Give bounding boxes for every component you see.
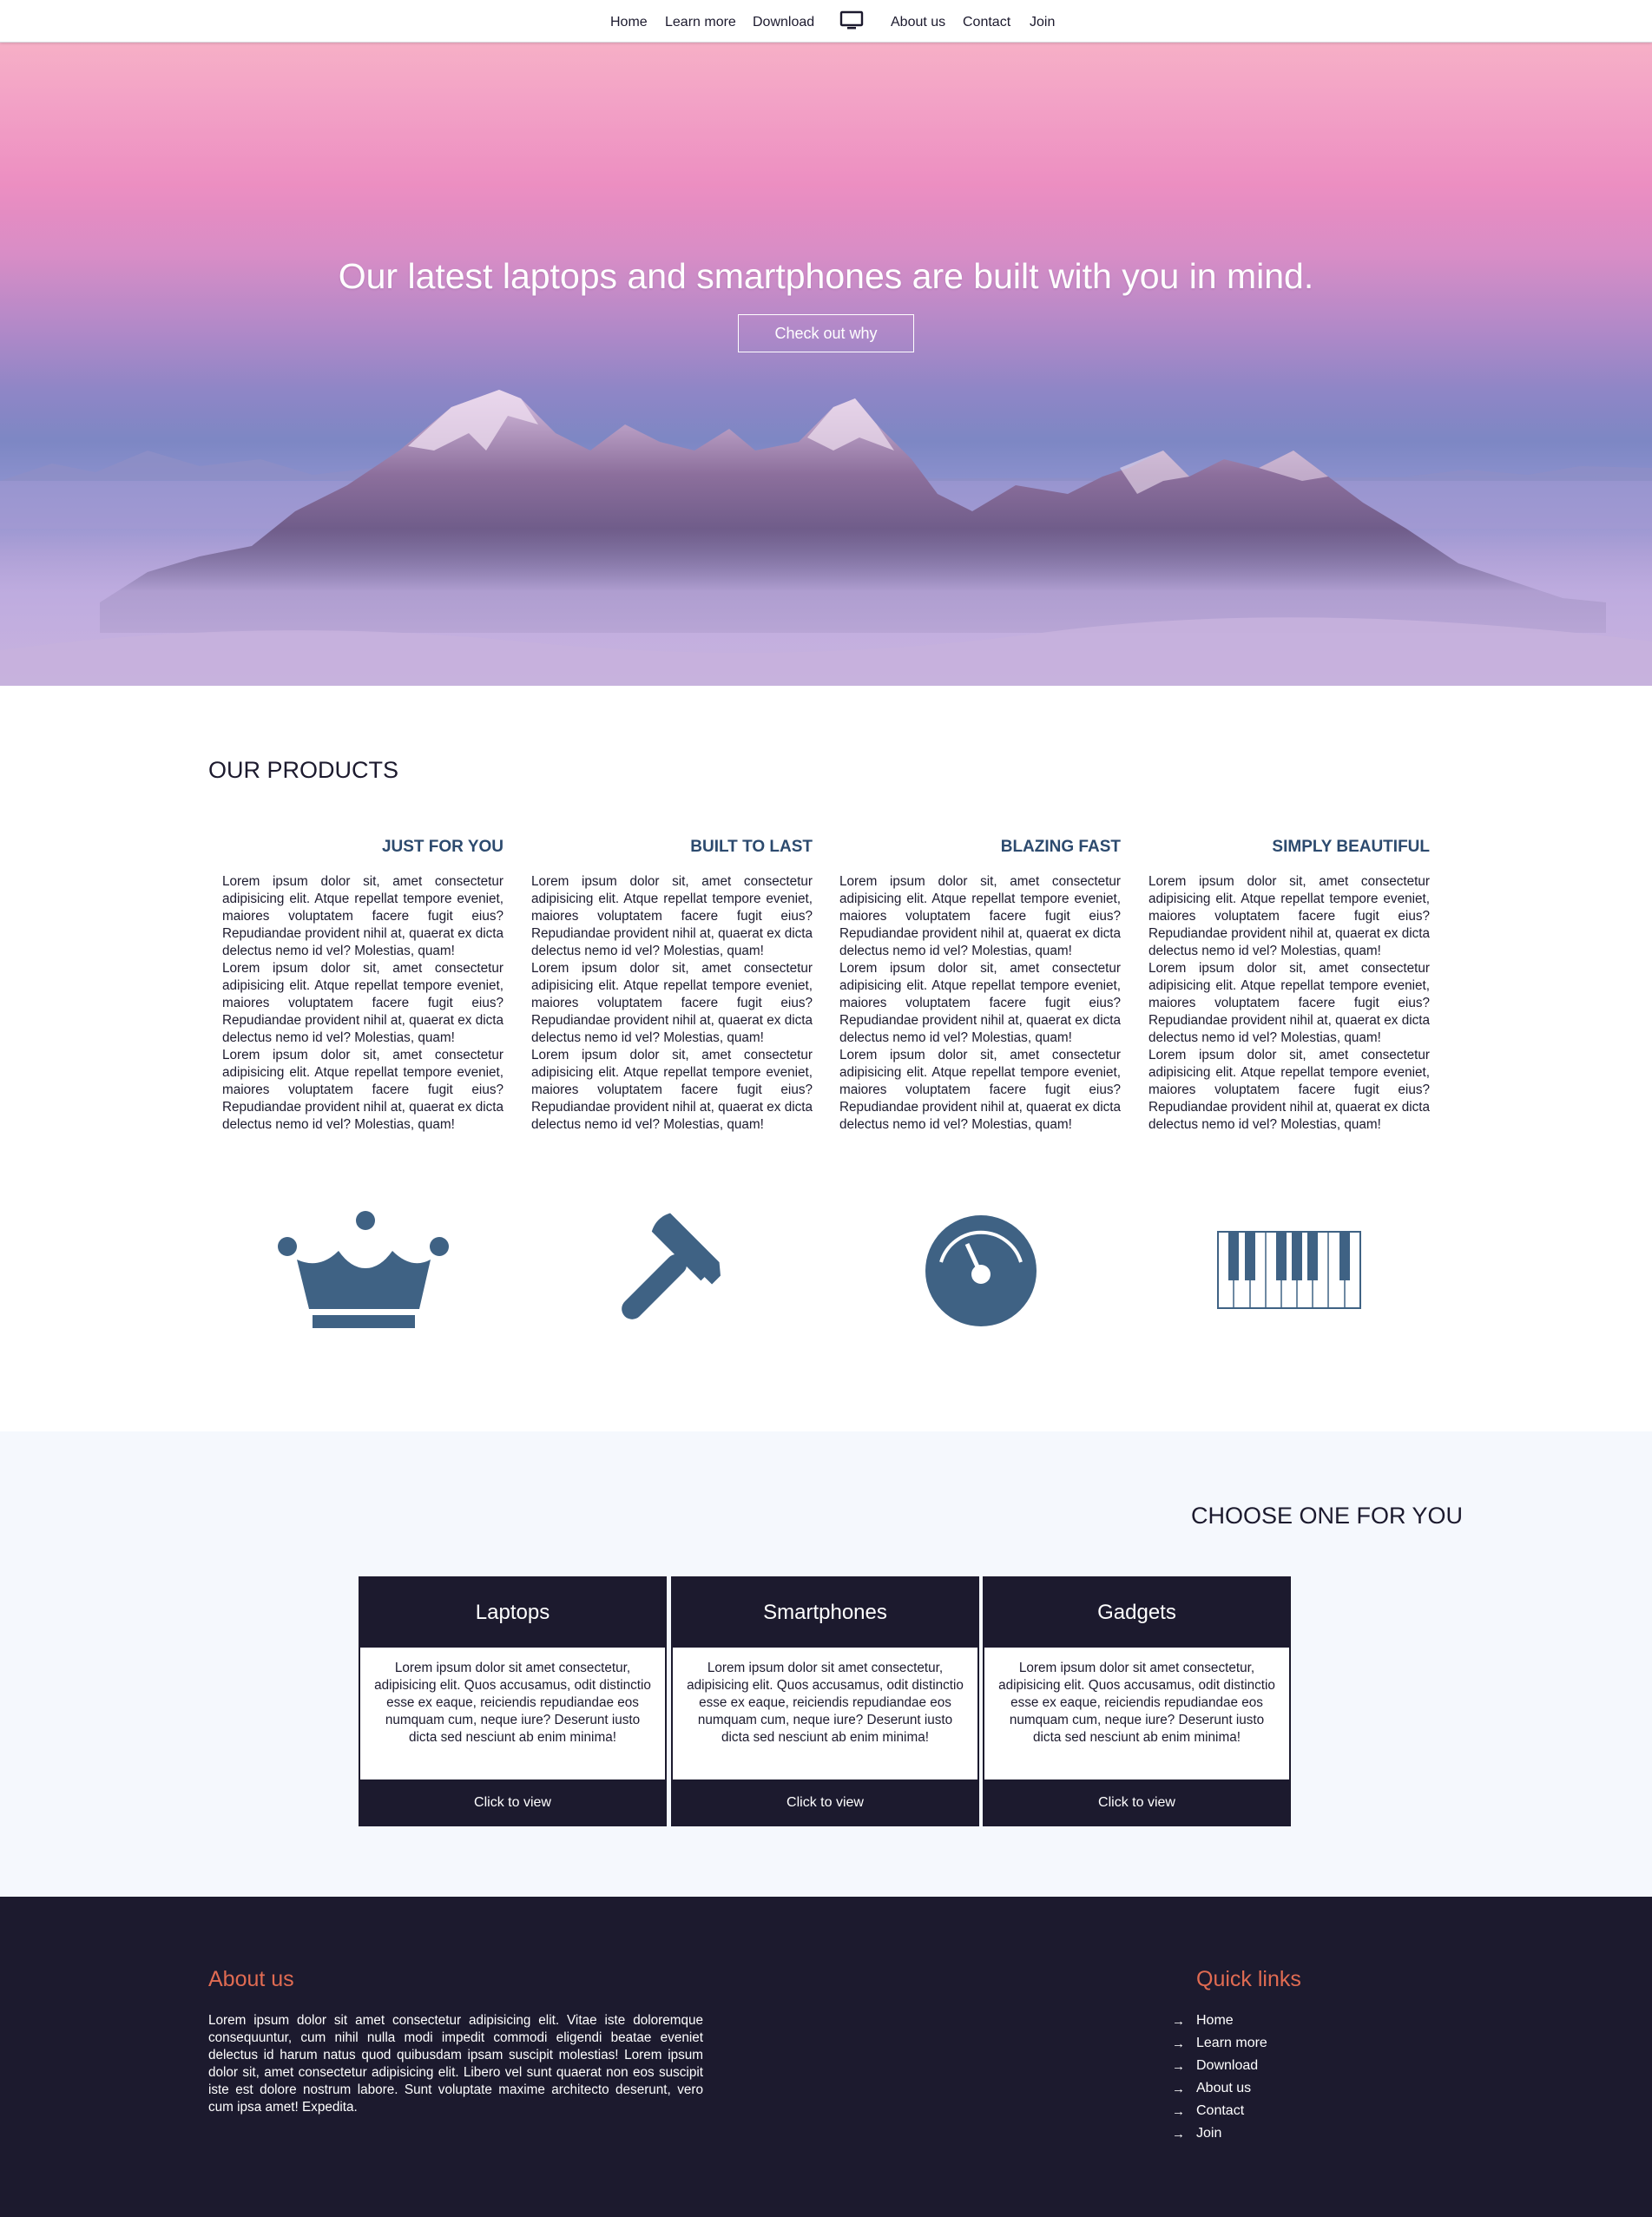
product-heading: BUILT TO LAST — [690, 838, 813, 856]
product-column-built-to-last: BUILT TO LAST Lorem ipsum dolor sit, ame… — [531, 837, 813, 1184]
quick-link-join[interactable]: → Join — [1172, 2122, 1267, 2145]
check-out-why-button[interactable]: Check out why — [738, 314, 914, 352]
crown-icon — [278, 1211, 449, 1328]
choose-section: CHOOSE ONE FOR YOU Laptops Lorem ipsum d… — [0, 1431, 1652, 1897]
speedometer-icon — [925, 1215, 1037, 1326]
arrow-right-icon: → — [1172, 2126, 1185, 2141]
hero-banner: Our latest laptops and smartphones are b… — [0, 43, 1652, 686]
quick-link-about-us[interactable]: → About us — [1172, 2077, 1267, 2100]
nav-link-learn-more[interactable]: Learn more — [665, 14, 736, 31]
card-title: Smartphones — [673, 1578, 977, 1648]
card-body: Lorem ipsum dolor sit amet consectetur, … — [374, 1661, 651, 1745]
products-section-title: OUR PRODUCTS — [208, 757, 399, 783]
card-body: Lorem ipsum dolor sit amet consectetur, … — [687, 1661, 964, 1745]
product-paragraph: Lorem ipsum dolor sit, amet consectetur … — [222, 1048, 504, 1132]
quick-link-label: Download — [1196, 2058, 1259, 2073]
quick-link-label: Learn more — [1196, 2036, 1267, 2050]
quick-link-home[interactable]: → Home — [1172, 2010, 1267, 2032]
nav-link-about-us[interactable]: About us — [891, 14, 945, 31]
card-title: Gadgets — [984, 1578, 1289, 1648]
nav-link-home[interactable]: Home — [610, 14, 648, 31]
arrow-right-icon: → — [1172, 2036, 1185, 2051]
product-paragraph: Lorem ipsum dolor sit, amet consectetur … — [531, 874, 813, 958]
product-heading: BLAZING FAST — [1000, 838, 1121, 856]
footer-about-title: About us — [208, 1967, 294, 1991]
footer-about-text: Lorem ipsum dolor sit amet consectetur a… — [208, 2013, 703, 2115]
product-paragraph: Lorem ipsum dolor sit, amet consectetur … — [531, 961, 813, 1045]
product-paragraph: Lorem ipsum dolor sit, amet consectetur … — [222, 874, 504, 958]
arrow-right-icon: → — [1172, 2081, 1185, 2096]
quick-link-label: Contact — [1196, 2103, 1245, 2118]
product-column-blazing-fast: BLAZING FAST Lorem ipsum dolor sit, amet… — [839, 837, 1121, 1184]
piano-keys-icon — [1217, 1231, 1361, 1309]
product-paragraph: Lorem ipsum dolor sit, amet consectetur … — [1149, 874, 1431, 958]
arrow-right-icon: → — [1172, 2103, 1185, 2119]
quick-links-list: → Home → Learn more → Download → About us → C… — [1172, 2010, 1267, 2145]
footer-quick-links-title: Quick links — [1196, 1967, 1301, 1991]
product-paragraph: Lorem ipsum dolor sit, amet consectetur … — [531, 1048, 813, 1132]
product-paragraph: Lorem ipsum dolor sit, amet consectetur … — [839, 874, 1122, 958]
top-navbar: Home Learn more Download About us Contac… — [0, 0, 1652, 43]
product-heading: SIMPLY BEAUTIFUL — [1272, 838, 1430, 856]
card-gadgets: Gadgets Lorem ipsum dolor sit amet conse… — [983, 1576, 1291, 1826]
click-to-view-button[interactable]: Click to view — [984, 1780, 1289, 1826]
choose-section-title: CHOOSE ONE FOR YOU — [1191, 1503, 1464, 1529]
product-column-simply-beautiful: SIMPLY BEAUTIFUL Lorem ipsum dolor sit, … — [1149, 837, 1430, 1184]
click-to-view-button[interactable]: Click to view — [673, 1780, 977, 1826]
product-paragraph: Lorem ipsum dolor sit, amet consectetur … — [1149, 1048, 1431, 1132]
quick-link-contact[interactable]: → Contact — [1172, 2100, 1267, 2122]
quick-link-label: About us — [1196, 2081, 1252, 2095]
nav-link-contact[interactable]: Contact — [963, 14, 1010, 31]
card-title: Laptops — [360, 1578, 665, 1648]
quick-link-download[interactable]: → Download — [1172, 2055, 1267, 2077]
monitor-icon[interactable] — [839, 10, 865, 31]
product-column-just-for-you: JUST FOR YOU Lorem ipsum dolor sit, amet… — [222, 837, 503, 1184]
nav-link-download[interactable]: Download — [753, 14, 814, 31]
arrow-right-icon: → — [1172, 2058, 1185, 2074]
product-paragraph: Lorem ipsum dolor sit, amet consectetur … — [1149, 961, 1431, 1045]
arrow-right-icon: → — [1172, 2013, 1185, 2029]
card-laptops: Laptops Lorem ipsum dolor sit amet conse… — [359, 1576, 667, 1826]
product-paragraph: Lorem ipsum dolor sit, amet consectetur … — [839, 1048, 1122, 1132]
quick-link-label: Home — [1196, 2013, 1234, 2028]
hammer-icon — [622, 1213, 721, 1319]
product-heading: JUST FOR YOU — [381, 838, 503, 856]
mountain-landscape-image — [0, 43, 1652, 686]
product-paragraph: Lorem ipsum dolor sit, amet consectetur … — [839, 961, 1122, 1045]
product-paragraph: Lorem ipsum dolor sit, amet consectetur … — [222, 961, 504, 1045]
card-body: Lorem ipsum dolor sit amet consectetur, … — [998, 1661, 1275, 1745]
hero-headline: Our latest laptops and smartphones are b… — [338, 256, 1314, 296]
card-smartphones: Smartphones Lorem ipsum dolor sit amet c… — [671, 1576, 979, 1826]
nav-link-join[interactable]: Join — [1030, 14, 1055, 31]
quick-link-learn-more[interactable]: → Learn more — [1172, 2032, 1267, 2055]
quick-link-label: Join — [1196, 2126, 1222, 2141]
site-footer: About us Lorem ipsum dolor sit amet cons… — [0, 1897, 1652, 2217]
click-to-view-button[interactable]: Click to view — [360, 1780, 665, 1826]
